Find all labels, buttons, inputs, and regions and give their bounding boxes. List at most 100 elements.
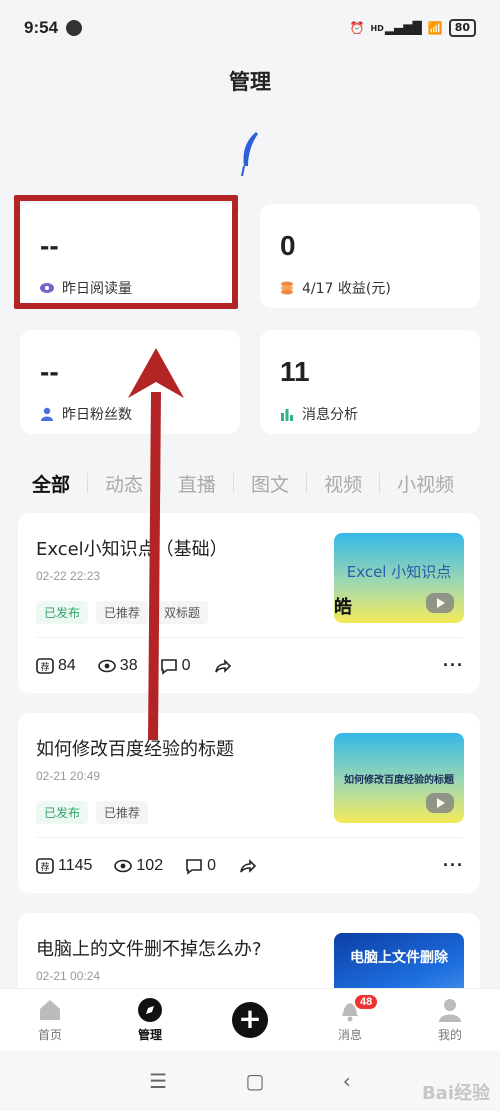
recommend-icon: 荐 [36,857,54,874]
article-thumbnail[interactable]: 如何修改百度经验的标题 [334,733,464,823]
recommend-count: 84 [58,656,76,674]
more-icon[interactable]: ··· [443,655,464,676]
thumbnail-text: 如何修改百度经验的标题 [344,775,454,786]
battery-indicator: 80 [448,19,476,37]
divider [36,837,462,838]
article-metrics: 荐 1145 102 0 ··· [36,855,464,876]
user-icon [439,999,461,1022]
stat-value: 0 [280,230,296,261]
stat-label: 昨日粉丝数 [62,407,132,423]
article-title[interactable]: 如何修改百度经验的标题 [36,735,234,761]
comments-count: 0 [207,856,217,874]
article-thumbnail[interactable]: Excel 小知识点 皓 [334,533,464,623]
recommend-count: 1145 [58,856,93,874]
article-tags: 已发布 已推荐 双标题 [36,601,209,624]
eye-icon [97,659,116,672]
nav-label: 消息 [337,1028,362,1042]
comment-icon [160,658,177,675]
status-bar: 9:54 ⏰ HD ▂▄▆█ 📶 80 [0,0,500,56]
share-icon[interactable] [238,857,257,875]
watermark: Bai经验 [421,1083,490,1104]
tab-dynamic[interactable]: 动态 [88,470,160,497]
article-card[interactable]: 电脑上的文件删不掉怎么办? 02-21 00:24 电脑上文件删除 [18,913,480,993]
comment-icon [186,858,202,875]
coins-icon [281,281,293,295]
comments-metric[interactable]: 0 [160,657,191,675]
nav-manage[interactable]: 管理 [100,989,200,1051]
system-navigation: ☰ ▢ ‹ Bai经验 [0,1051,500,1111]
comments-metric[interactable]: 0 [185,857,216,875]
tag-double-title: 双标题 [156,601,209,624]
alarm-icon: ⏰ [349,21,365,35]
stat-value: -- [40,356,59,387]
article-metrics: 荐 84 38 0 ··· [36,655,464,676]
nav-label: 我的 [437,1028,462,1042]
recommend-icon: 荐 [36,657,54,674]
recommend-metric: 荐 1145 [36,857,92,875]
stat-label-row: 消息分析 [280,404,358,424]
highlight-box [14,195,238,309]
notification-badge: 48 [355,995,378,1009]
thumbnail-text: 电脑上文件删除 [350,950,448,966]
tag-published: 已发布 [36,801,89,824]
back-icon[interactable]: ‹ [343,1069,351,1093]
nav-label: 管理 [137,1028,162,1042]
views-count: 38 [119,656,138,674]
tab-video[interactable]: 视频 [307,470,379,497]
stat-label-row: 昨日粉丝数 [40,404,132,424]
play-icon [426,793,454,813]
views-metric: 102 [114,857,163,875]
thumbnail-text: Excel 小知识点 [346,563,452,581]
globe-icon [66,20,83,36]
divider [36,637,462,638]
bar-chart-icon [281,409,293,421]
tag-recommended: 已推荐 [96,601,149,624]
stat-label: 消息分析 [302,407,358,423]
nav-home[interactable]: 首页 [0,989,100,1051]
home-square-icon[interactable]: ▢ [246,1069,265,1093]
article-date: 02-21 00:24 [36,969,101,983]
stat-card-earnings[interactable]: 0 4/17 收益(元) [260,204,480,308]
nav-profile[interactable]: 我的 [400,989,500,1051]
article-date: 02-21 20:49 [36,769,101,783]
article-title[interactable]: 电脑上的文件删不掉怎么办? [36,935,262,961]
stat-value: 11 [280,356,310,387]
thumbnail-subtext: 皓 [334,597,352,618]
more-icon[interactable]: ··· [443,855,464,876]
content-tabs: 全部 动态 直播 图文 视频 小视频 [0,462,500,504]
stat-label: 4/17 收益(元) [302,281,391,297]
views-metric: 38 [97,656,138,675]
status-icons: ⏰ HD ▂▄▆█ 📶 80 [350,19,476,37]
comments-count: 0 [181,656,191,674]
nav-create[interactable]: + [200,989,300,1051]
page-title: 管理 [229,70,271,94]
svg-text:荐: 荐 [40,862,49,872]
tab-all[interactable]: 全部 [32,470,87,497]
article-card[interactable]: Excel小知识点（基础） 02-22 22:23 已发布 已推荐 双标题 Ex… [18,513,480,693]
home-icon [40,1000,60,1020]
article-tags: 已发布 已推荐 [36,801,149,824]
article-date: 02-22 22:23 [36,569,101,583]
article-card[interactable]: 如何修改百度经验的标题 02-21 20:49 已发布 已推荐 如何修改百度经验… [18,713,480,893]
tag-recommended: 已推荐 [96,801,149,824]
menu-icon[interactable]: ☰ [149,1069,167,1093]
eye-icon [114,859,133,872]
article-thumbnail[interactable]: 电脑上文件删除 [334,933,464,993]
play-icon [426,593,454,613]
plus-icon: + [232,1002,268,1038]
article-title[interactable]: Excel小知识点（基础） [36,535,228,561]
tag-published: 已发布 [36,601,89,624]
feather-logo-icon [241,132,258,177]
stat-label-row: 4/17 收益(元) [280,278,391,298]
share-icon[interactable] [213,657,231,675]
tab-article[interactable]: 图文 [234,470,306,497]
svg-text:荐: 荐 [40,662,49,672]
tab-live[interactable]: 直播 [161,470,233,497]
signal-icon: HD ▂▄▆█ [370,21,422,35]
stat-card-fans[interactable]: -- 昨日粉丝数 [20,330,240,434]
stat-card-messages[interactable]: 11 消息分析 [260,330,480,434]
nav-messages[interactable]: 48 消息 [300,989,400,1051]
person-icon [41,407,53,421]
wifi-icon: 📶 [427,21,443,35]
tab-short-video[interactable]: 小视频 [380,470,471,497]
